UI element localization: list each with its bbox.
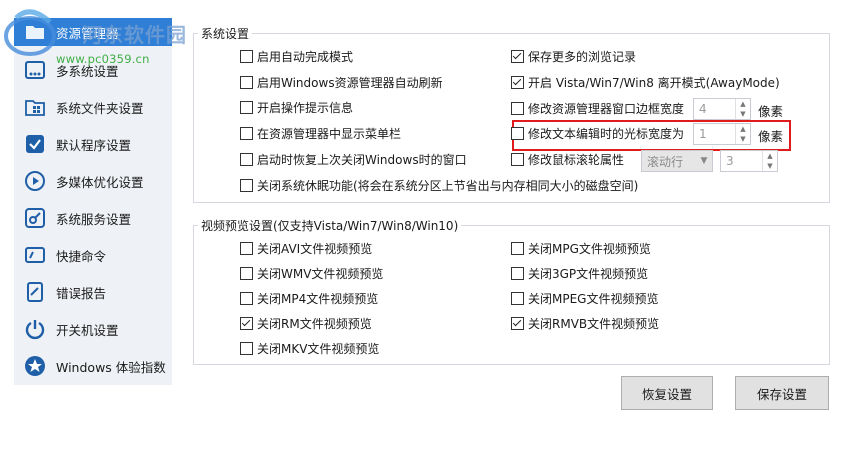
checkbox[interactable] [511, 291, 524, 305]
option-tips-info[interactable]: 开启操作提示信息 [240, 98, 353, 116]
sidebar-item-media[interactable]: 多媒体优化设置 [14, 167, 172, 195]
checkbox[interactable] [511, 241, 524, 255]
option-3gp[interactable]: 关闭3GP文件视频预览 [511, 264, 648, 282]
sidebar-item-label: 错误报告 [56, 285, 107, 301]
border-width-unit: 像素 [758, 104, 784, 119]
checkbox[interactable] [240, 266, 253, 280]
spin-up-icon[interactable]: ▲ [763, 151, 777, 161]
option-away-mode[interactable]: 开启 Vista/Win7/Win8 离开模式(AwayMode) [511, 73, 780, 91]
option-mpg[interactable]: 关闭MPG文件视频预览 [511, 239, 651, 257]
checkbox[interactable] [511, 266, 524, 280]
spin-up-icon[interactable]: ▲ [736, 99, 750, 109]
cursor-width-unit: 像素 [758, 129, 784, 144]
checkbox[interactable] [511, 316, 524, 330]
checkbox[interactable] [240, 152, 253, 166]
sidebar-item-power[interactable]: 开关机设置 [14, 315, 172, 343]
option-mpeg[interactable]: 关闭MPEG文件视频预览 [511, 289, 658, 307]
option-mp4[interactable]: 关闭MP4文件视频预览 [240, 289, 378, 307]
spin-down-icon[interactable]: ▼ [736, 134, 750, 144]
sidebar-item-label: 资源管理器 [56, 25, 119, 41]
shortcut-icon [22, 242, 48, 268]
sidebar-item-system-folder[interactable]: 系统文件夹设置 [14, 93, 172, 121]
checkbox[interactable] [240, 75, 253, 89]
option-cursor-width[interactable]: 修改文本编辑时的光标宽度为 [511, 124, 684, 142]
sidebar-item-experience-index[interactable]: Windows 体验指数 [14, 352, 172, 380]
sidebar-item-label: 系统服务设置 [56, 211, 132, 227]
service-icon [22, 205, 48, 231]
checkbox[interactable] [240, 178, 253, 192]
sidebar-item-service[interactable]: 系统服务设置 [14, 204, 172, 232]
spin-up-icon[interactable]: ▲ [736, 124, 750, 134]
sidebar-item-label: 快捷命令 [56, 248, 107, 264]
checkbox[interactable] [511, 152, 524, 166]
option-restore-windows[interactable]: 启动时恢复上次关闭Windows时的窗口 [240, 150, 467, 168]
spin-down-icon[interactable]: ▼ [763, 161, 777, 171]
option-rm[interactable]: 关闭RM文件视频预览 [240, 314, 372, 332]
option-mkv[interactable]: 关闭MKV文件视频预览 [240, 339, 379, 357]
border-width-spinner[interactable]: 4 ▲ ▼ [693, 98, 751, 120]
option-avi[interactable]: 关闭AVI文件视频预览 [240, 239, 372, 257]
sidebar-item-label: 默认程序设置 [56, 137, 132, 153]
windows-folder-icon [22, 94, 48, 120]
star-icon [22, 353, 48, 379]
option-mouse-wheel[interactable]: 修改鼠标滚轮属性 [511, 150, 624, 168]
multi-system-icon [22, 57, 48, 83]
report-icon [22, 279, 48, 305]
default-program-icon [22, 131, 48, 157]
sidebar-item-label: 多媒体优化设置 [56, 174, 144, 190]
option-show-menu-bar[interactable]: 在资源管理器中显示菜单栏 [240, 124, 401, 142]
option-window-border-width[interactable]: 修改资源管理器窗口边框宽度 [511, 99, 684, 117]
sidebar-item-explorer[interactable]: 资源管理器 [14, 18, 172, 46]
option-explorer-auto-refresh[interactable]: 启用Windows资源管理器自动刷新 [240, 73, 443, 91]
option-wmv[interactable]: 关闭WMV文件视频预览 [240, 264, 383, 282]
option-save-more-history[interactable]: 保存更多的浏览记录 [511, 47, 636, 65]
cursor-width-spinner[interactable]: 1 ▲ ▼ [693, 123, 751, 145]
sidebar-item-shortcut[interactable]: 快捷命令 [14, 241, 172, 269]
checkbox[interactable] [511, 75, 524, 89]
spin-down-icon[interactable]: ▼ [736, 109, 750, 119]
checkbox[interactable] [511, 101, 524, 115]
chevron-down-icon: ▼ [700, 156, 708, 166]
power-icon [22, 316, 48, 342]
sidebar-item-label: Windows 体验指数 [56, 359, 166, 375]
save-settings-button[interactable]: 保存设置 [735, 376, 829, 410]
checkbox[interactable] [240, 341, 253, 355]
media-icon [22, 168, 48, 194]
option-disable-hibernate[interactable]: 关闭系统休眠功能(将会在系统分区上节省出与内存相同大小的磁盘空间) [240, 176, 638, 194]
checkbox[interactable] [240, 126, 253, 140]
checkbox[interactable] [240, 291, 253, 305]
sidebar-item-label: 系统文件夹设置 [56, 100, 144, 116]
system-settings-title: 系统设置 [198, 25, 253, 42]
option-rmvb[interactable]: 关闭RMVB文件视频预览 [511, 314, 659, 332]
checkbox[interactable] [240, 100, 253, 114]
folder-icon [22, 19, 48, 45]
sidebar-item-default-program[interactable]: 默认程序设置 [14, 130, 172, 158]
sidebar: 资源管理器 多系统设置 系统文件夹设置 默认程序设置 多媒体优化设置 系统服务设… [14, 18, 172, 385]
checkbox[interactable] [240, 49, 253, 63]
checkbox[interactable] [240, 241, 253, 255]
wheel-mode-select[interactable]: 滚动行 ▼ [641, 150, 713, 172]
option-auto-complete[interactable]: 启用自动完成模式 [240, 47, 353, 65]
checkbox[interactable] [511, 126, 524, 140]
restore-settings-button[interactable]: 恢复设置 [621, 376, 713, 410]
watermark-url: www.pc0359.cn [56, 52, 150, 66]
checkbox[interactable] [511, 49, 524, 63]
wheel-lines-spinner[interactable]: 3 ▲ ▼ [720, 150, 778, 172]
sidebar-item-report[interactable]: 错误报告 [14, 278, 172, 306]
sidebar-item-label: 开关机设置 [56, 322, 119, 338]
video-preview-title: 视频预览设置(仅支持Vista/Win7/Win8/Win10) [198, 217, 462, 234]
checkbox[interactable] [240, 316, 253, 330]
